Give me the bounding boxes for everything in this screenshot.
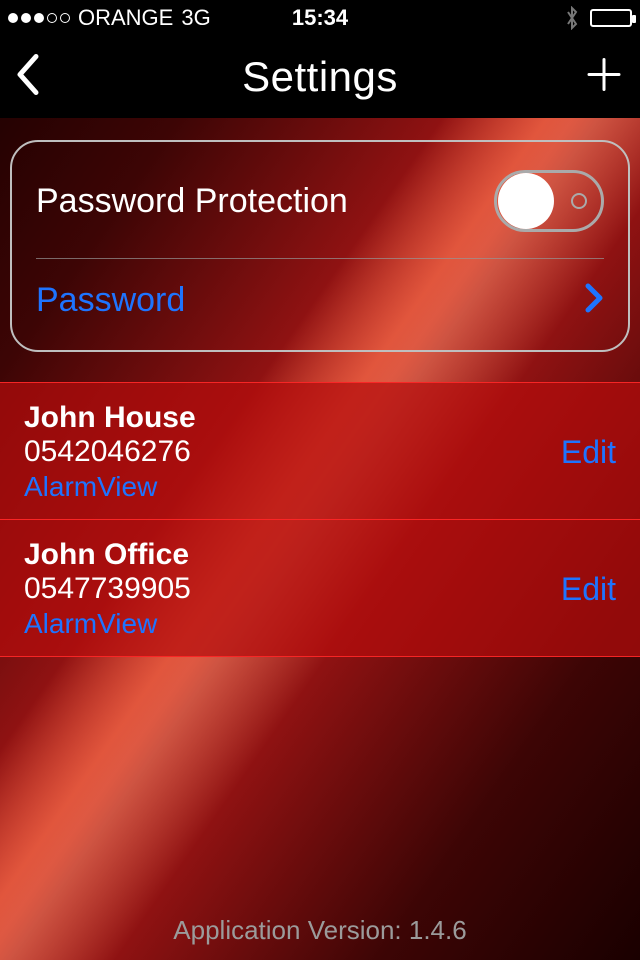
chevron-right-icon [584,283,604,318]
network-type-label: 3G [181,5,210,31]
toggle-off-indicator-icon [571,193,587,209]
password-card: Password Protection Password [10,140,630,352]
carrier-label: ORANGE [78,5,173,31]
signal-strength-icon [8,13,70,23]
panel-number: 0542046276 [24,435,196,469]
panel-number: 0547739905 [24,572,191,606]
divider [36,258,604,259]
panel-name: John Office [24,538,191,572]
password-link-label: Password [36,281,185,320]
password-row[interactable]: Password [36,281,604,320]
panel-type: AlarmView [24,471,196,503]
app-version-label: Application Version: 1.4.6 [0,915,640,946]
panel-type: AlarmView [24,608,191,640]
list-item[interactable]: John Office 0547739905 AlarmView Edit [0,519,640,657]
nav-bar: Settings [0,36,640,118]
status-bar: ORANGE 3G 15:34 [0,0,640,36]
bluetooth-icon [564,6,580,30]
password-protection-toggle[interactable] [494,170,604,232]
password-protection-label: Password Protection [36,182,348,221]
panel-name: John House [24,401,196,435]
toggle-knob [498,173,554,229]
status-time: 15:34 [292,5,348,31]
add-button[interactable] [586,57,622,98]
page-title: Settings [242,53,398,101]
edit-button[interactable]: Edit [561,571,616,608]
list-item[interactable]: John House 0542046276 AlarmView Edit [0,382,640,520]
edit-button[interactable]: Edit [561,434,616,471]
back-button[interactable] [14,53,44,102]
battery-icon [590,9,632,27]
panels-list: John House 0542046276 AlarmView Edit Joh… [0,382,640,657]
